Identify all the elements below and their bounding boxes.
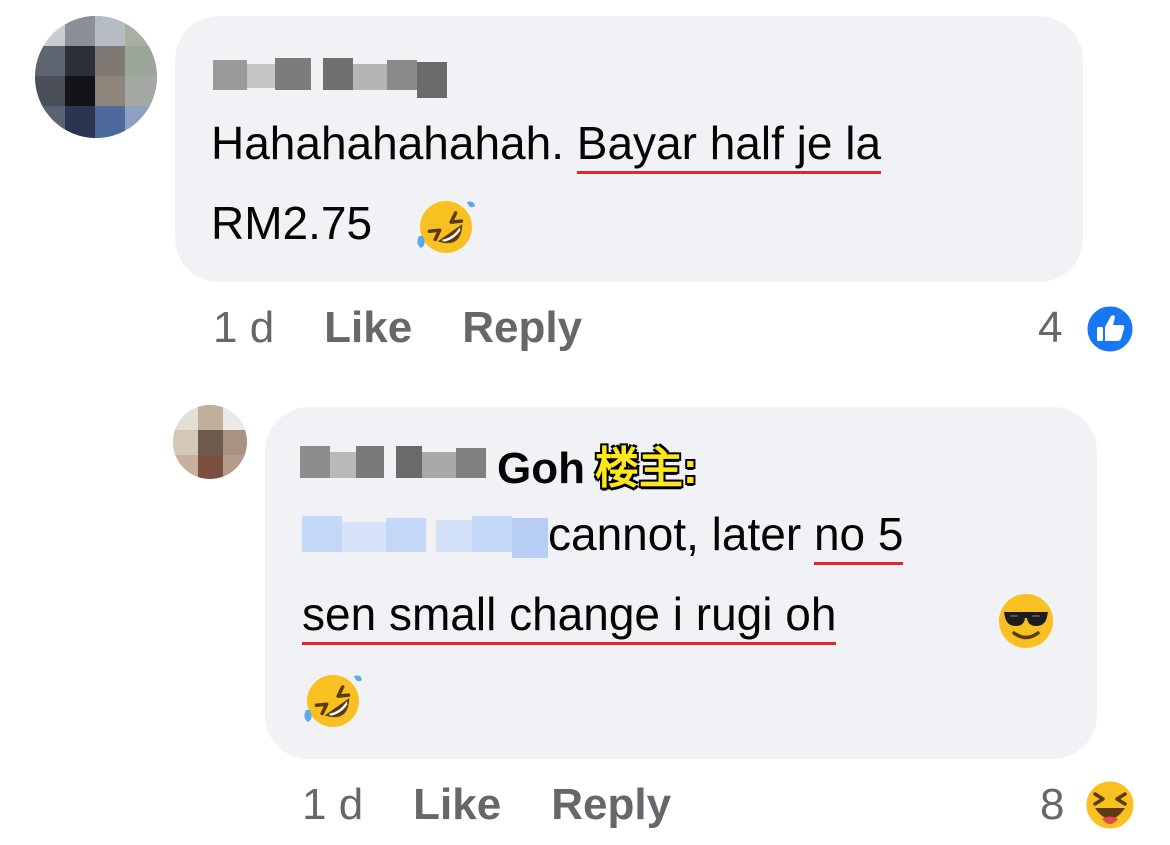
reply-author-name-blurred[interactable] xyxy=(300,438,490,484)
comment-text-underlined: Bayar half je la xyxy=(576,117,882,174)
reaction-count[interactable]: 4 xyxy=(1038,303,1062,353)
rolling-on-floor-laughing-icon xyxy=(417,201,475,253)
rolling-on-floor-laughing-icon xyxy=(304,675,362,727)
comment-text-line: Hahahahahahah. Bayar half je la xyxy=(211,113,882,174)
like-button[interactable]: Like xyxy=(324,303,412,352)
reply-button[interactable]: Reply xyxy=(551,780,671,829)
commenter-avatar[interactable] xyxy=(35,16,157,138)
comment-timestamp[interactable]: 1 d xyxy=(213,303,274,352)
reply-text: cannot, later xyxy=(548,508,814,560)
reaction-count[interactable]: 8 xyxy=(1040,780,1064,830)
like-button[interactable]: Like xyxy=(413,780,501,829)
comment-author-name-blurred[interactable] xyxy=(213,50,447,98)
reply-author-name[interactable]: Goh xyxy=(497,444,585,493)
author-tag-label: 楼主: xyxy=(594,444,698,493)
reply-text-underlined: no 5 xyxy=(813,508,904,565)
reply-author-line: Goh 楼主: xyxy=(497,432,698,496)
like-thumb-icon[interactable] xyxy=(1084,303,1136,355)
smiling-face-with-sunglasses-icon xyxy=(999,594,1053,648)
comment-text: Hahahahahahah. xyxy=(211,117,577,169)
reply-text-line: cannot, later no 5 xyxy=(548,504,904,565)
mentioned-user-blurred[interactable] xyxy=(302,510,548,558)
haha-reaction-icon[interactable] xyxy=(1083,778,1137,832)
comment-meta-row: 1 d Like Reply xyxy=(213,303,582,353)
comment-text-line: RM2.75 xyxy=(211,193,372,253)
reply-timestamp[interactable]: 1 d xyxy=(302,780,363,829)
reply-text-line: sen small change i rugi oh xyxy=(302,584,837,645)
commenter-avatar[interactable] xyxy=(173,405,247,479)
comment-text: RM2.75 xyxy=(211,197,373,249)
reply-meta-row: 1 d Like Reply xyxy=(302,780,671,830)
reply-button[interactable]: Reply xyxy=(462,303,582,352)
reply-text-underlined: sen small change i rugi oh xyxy=(302,588,837,645)
